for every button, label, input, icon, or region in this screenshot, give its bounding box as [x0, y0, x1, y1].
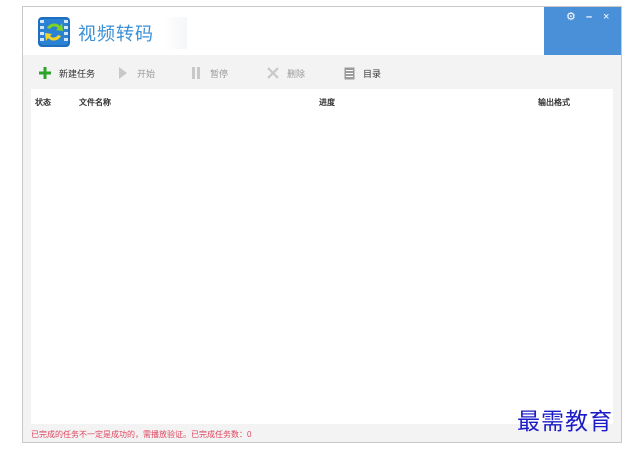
x-icon	[265, 65, 281, 81]
status-footer: 已完成的任务不一定是成功的，需播放验证。已完成任务数：0	[31, 430, 252, 439]
app-window: 视频转码 ⚙ – × 新建任务 开始 暂停 删除 目录 状态 文件名称 进度 输…	[22, 6, 622, 443]
app-title: 视频转码	[78, 24, 154, 44]
document-folder-icon	[341, 65, 357, 81]
pause-label: 暂停	[210, 68, 229, 79]
start-label: 开始	[137, 68, 156, 79]
toolbar: 新建任务 开始 暂停 删除 目录	[23, 55, 621, 89]
start-button[interactable]: 开始	[115, 65, 155, 81]
task-table: 状态 文件名称 进度 输出格式	[31, 89, 613, 424]
delete-label: 删除	[287, 68, 306, 79]
delete-button[interactable]: 删除	[265, 65, 305, 81]
new-task-label: 新建任务	[59, 68, 96, 79]
folder-label: 目录	[363, 68, 382, 79]
pause-button[interactable]: 暂停	[188, 65, 228, 81]
app-logo-icon	[38, 17, 70, 47]
title-bar: 视频转码 ⚙ – ×	[23, 7, 621, 55]
title-gradient	[163, 17, 187, 49]
folder-button[interactable]: 目录	[341, 65, 381, 81]
column-header-progress[interactable]: 进度	[319, 97, 335, 108]
close-button[interactable]: ×	[603, 10, 609, 24]
column-header-output-format[interactable]: 输出格式	[538, 97, 570, 108]
watermark-text: 最需教育	[517, 409, 613, 435]
window-controls: ⚙ – ×	[544, 7, 621, 55]
column-header-status[interactable]: 状态	[35, 97, 51, 108]
new-task-button[interactable]: 新建任务	[37, 65, 95, 81]
plus-icon	[37, 65, 53, 81]
minimize-button[interactable]: –	[586, 10, 592, 24]
settings-gear-icon[interactable]: ⚙	[566, 10, 576, 24]
pause-icon	[188, 65, 204, 81]
play-icon	[115, 65, 131, 81]
column-header-filename[interactable]: 文件名称	[79, 97, 111, 108]
